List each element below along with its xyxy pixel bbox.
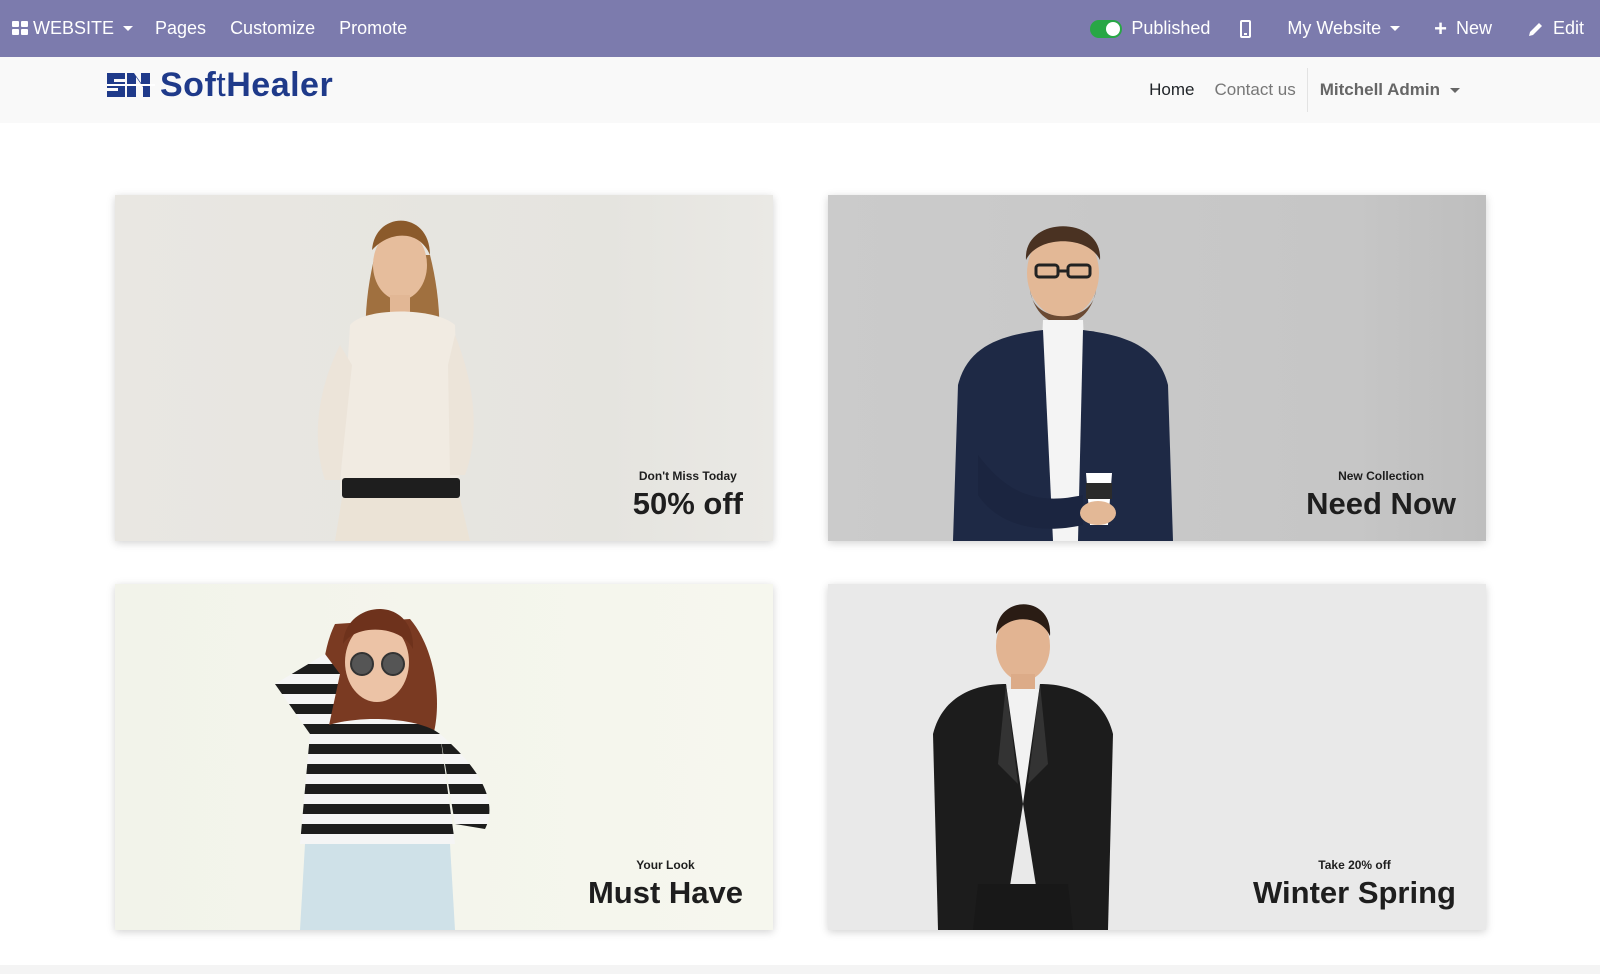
website-switcher[interactable]: My Website [1275, 0, 1422, 57]
nav-contact-us[interactable]: Contact us [1204, 80, 1305, 100]
chevron-down-icon [1390, 26, 1401, 31]
woman-model-image [317, 220, 474, 541]
menu-pages[interactable]: Pages [143, 0, 218, 57]
site-nav: Home Contact us Mitchell Admin [1139, 68, 1460, 112]
nav-home[interactable]: Home [1139, 80, 1204, 100]
banner-caption: Your Look Must Have [588, 858, 743, 910]
toggle-switch-icon [1090, 19, 1123, 38]
promo-banner[interactable]: Don't Miss Today 50% off [115, 195, 773, 541]
site-logo[interactable]: SoftHealer [105, 68, 333, 102]
woman-striped-shirt-image [275, 609, 490, 930]
plus-icon: + [1434, 15, 1447, 41]
logo-wordmark: SoftHealer [160, 66, 334, 104]
chevron-down-icon [1450, 87, 1460, 93]
user-name: Mitchell Admin [1319, 80, 1440, 99]
banner-title: Must Have [587, 874, 743, 910]
banner-subtitle: New Collection [1338, 468, 1425, 483]
banner-caption: Take 20% off Winter Spring [1253, 858, 1456, 910]
banner-title: Winter Spring [1253, 874, 1456, 910]
apps-grid-icon [12, 21, 29, 36]
apps-label: WEBSITE [33, 18, 115, 38]
banner-caption: New Collection Need Now [1306, 469, 1456, 521]
odoo-top-bar: WEBSITE Pages Customize Promote Publishe… [0, 0, 1600, 57]
website-switcher-label: My Website [1287, 18, 1382, 38]
pencil-icon [1528, 21, 1544, 36]
banner-subtitle: Take 20% off [1318, 857, 1391, 872]
apps-menu-button[interactable]: WEBSITE [0, 0, 143, 57]
promo-banner[interactable]: New Collection Need Now [828, 195, 1486, 541]
banner-title: Need Now [1306, 485, 1456, 521]
publish-toggle[interactable]: Published [1078, 0, 1228, 57]
nav-divider [1306, 68, 1308, 112]
user-menu[interactable]: Mitchell Admin [1309, 80, 1460, 100]
edit-label: Edit [1552, 18, 1584, 38]
new-button[interactable]: + New [1422, 0, 1516, 57]
man-black-suit-image [933, 604, 1113, 930]
softhealer-logo-mark-icon [107, 73, 155, 97]
menu-customize[interactable]: Customize [218, 0, 327, 57]
promo-banner[interactable]: Take 20% off Winter Spring [828, 584, 1486, 930]
mobile-phone-icon [1240, 19, 1252, 38]
published-label: Published [1131, 18, 1211, 38]
banner-caption: Don't Miss Today 50% off [633, 469, 743, 521]
site-header: SoftHealer Home Contact us Mitchell Admi… [0, 57, 1600, 123]
footer-edge [0, 965, 1600, 974]
mobile-preview-button[interactable] [1228, 0, 1275, 57]
edit-button[interactable]: Edit [1516, 0, 1584, 57]
promo-banner[interactable]: Your Look Must Have [115, 584, 773, 930]
chevron-down-icon [123, 26, 134, 31]
banner-subtitle: Your Look [636, 857, 695, 872]
new-label: New [1455, 18, 1492, 38]
banner-subtitle: Don't Miss Today [638, 468, 737, 483]
man-with-coffee-image [953, 226, 1173, 541]
banner-title: 50% off [632, 485, 743, 521]
menu-promote[interactable]: Promote [327, 0, 419, 57]
